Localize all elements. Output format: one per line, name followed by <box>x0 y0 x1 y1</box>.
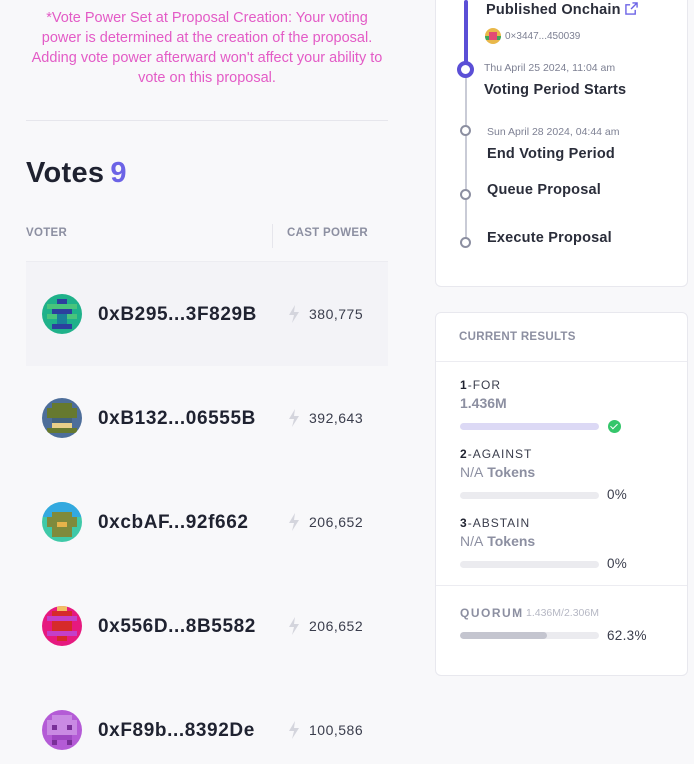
result-index: 2 <box>460 447 468 461</box>
vote-power-notice: *Vote Power Set at Proposal Creation: Yo… <box>31 10 383 86</box>
divider <box>436 585 687 586</box>
voting-start-date: Thu April 25 2024, 11:04 am <box>484 62 616 74</box>
voter-address[interactable]: 0xB132...06555B <box>98 408 256 430</box>
votes-count: 9 <box>110 157 127 189</box>
result-bar-fill <box>460 423 599 430</box>
voting-end-title: End Voting Period <box>487 146 615 162</box>
bolt-icon <box>289 513 299 531</box>
execute-title: Execute Proposal <box>487 230 612 246</box>
voter-address[interactable]: 0xF89b...8392De <box>98 720 255 742</box>
check-icon <box>608 420 621 433</box>
timeline-progress-line <box>464 0 468 66</box>
result-index: 1 <box>460 378 468 392</box>
bolt-icon <box>289 617 299 635</box>
result-label-abstain: 3-ABSTAIN <box>460 516 531 530</box>
cast-power: 380,775 <box>309 306 364 322</box>
votes-list: 0xB295...3F829B 380,775 0xB132...06555B … <box>26 262 388 764</box>
column-separator <box>272 224 273 248</box>
table-row[interactable]: 0xB295...3F829B 380,775 <box>26 262 388 366</box>
quorum-bar <box>460 632 599 639</box>
divider <box>436 361 687 362</box>
avatar <box>42 294 82 334</box>
result-label-against: 2-AGAINST <box>460 447 533 461</box>
voter-address[interactable]: 0xB295...3F829B <box>98 304 257 326</box>
result-value-for: 1.436M <box>460 395 507 411</box>
avatar <box>42 502 82 542</box>
timeline-line <box>465 74 467 238</box>
result-name: ABSTAIN <box>472 516 531 530</box>
column-voter: VOTER <box>26 227 68 239</box>
timeline-dot <box>460 237 471 248</box>
timeline-dot <box>460 189 471 200</box>
published-title[interactable]: Published Onchain <box>486 2 621 18</box>
bolt-icon <box>289 305 299 323</box>
quorum-percent: 62.3% <box>607 628 647 643</box>
avatar <box>485 28 501 44</box>
timeline-dot <box>460 125 471 136</box>
result-bar-against <box>460 492 599 499</box>
timeline-current-dot <box>457 61 474 78</box>
votes-heading: Votes 9 <box>26 157 127 190</box>
proposer-address[interactable]: 0×3447...450039 <box>505 31 580 42</box>
voter-address[interactable]: 0x556D...8B5582 <box>98 616 256 638</box>
table-row[interactable]: 0xB132...06555B 392,643 <box>26 366 388 470</box>
result-name: AGAINST <box>472 447 533 461</box>
avatar <box>42 710 82 750</box>
result-label-for: 1-FOR <box>460 378 502 392</box>
column-cast-power[interactable]: CAST POWER <box>287 227 368 239</box>
result-percent-against: 0% <box>607 487 628 502</box>
result-bar-abstain <box>460 561 599 568</box>
votes-table-header: VOTER CAST POWER <box>26 222 388 262</box>
cast-power: 100,586 <box>309 722 364 738</box>
quorum-values: 1.436M/2.306M <box>526 607 599 619</box>
external-link-icon[interactable] <box>624 2 638 15</box>
voting-start-title: Voting Period Starts <box>484 82 627 98</box>
cast-power: 206,652 <box>309 514 364 530</box>
avatar <box>42 398 82 438</box>
timeline-published[interactable]: Published Onchain <box>486 2 638 18</box>
quorum-label: QUORUM <box>460 606 524 620</box>
votes-title: Votes <box>26 157 105 189</box>
result-name: FOR <box>472 378 502 392</box>
cast-power: 392,643 <box>309 410 364 426</box>
avatar <box>42 606 82 646</box>
result-index: 3 <box>460 516 468 530</box>
table-row[interactable]: 0xF89b...8392De 100,586 <box>26 678 388 764</box>
table-row[interactable]: 0x556D...8B5582 206,652 <box>26 574 388 678</box>
cast-power: 206,652 <box>309 618 364 634</box>
result-amount: N/A <box>460 464 484 480</box>
result-percent-abstain: 0% <box>607 556 628 571</box>
queue-title: Queue Proposal <box>487 182 601 198</box>
voter-address[interactable]: 0xcbAF...92f662 <box>98 512 249 534</box>
result-value-against: N/A Tokens <box>460 464 535 480</box>
bolt-icon <box>289 409 299 427</box>
voting-end-date: Sun April 28 2024, 04:44 am <box>487 126 620 138</box>
result-amount: N/A <box>460 533 484 549</box>
table-row[interactable]: 0xcbAF...92f662 206,652 <box>26 470 388 574</box>
result-value-abstain: N/A Tokens <box>460 533 535 549</box>
result-bar-for <box>460 423 599 430</box>
result-unit: Tokens <box>487 533 536 549</box>
results-header: CURRENT RESULTS <box>459 331 576 343</box>
published-meta: 0×3447...450039 <box>485 28 580 44</box>
quorum-bar-fill <box>460 632 547 639</box>
bolt-icon <box>289 721 299 739</box>
result-unit: Tokens <box>487 464 536 480</box>
divider <box>26 120 388 121</box>
